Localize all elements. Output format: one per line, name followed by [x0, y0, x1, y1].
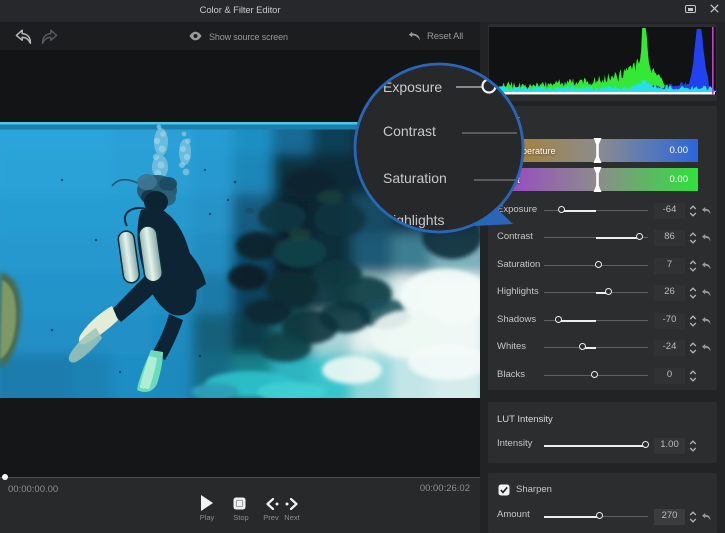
svg-text:Saturation: Saturation	[383, 170, 447, 186]
svg-text:Contrast: Contrast	[383, 123, 436, 139]
svg-text:Highlights: Highlights	[383, 212, 444, 228]
svg-text:Exposure: Exposure	[383, 79, 442, 95]
